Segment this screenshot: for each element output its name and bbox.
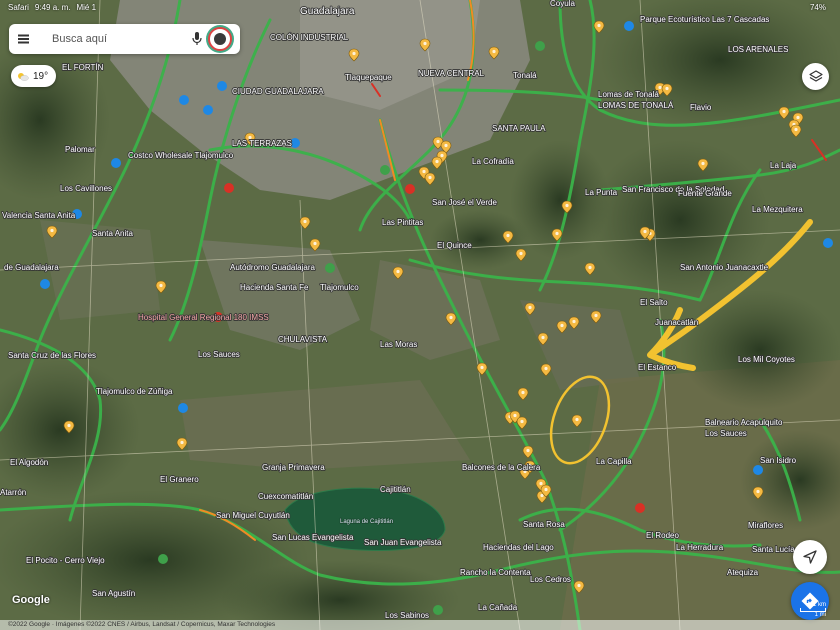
map-label-ciudad-gdl[interactable]: CIUDAD GUADALAJARA [231, 86, 325, 97]
map-label-santa-cruz[interactable]: Santa Cruz de las Flores [7, 350, 97, 361]
map-label-palomar[interactable]: Palomar [64, 144, 96, 155]
scale-mi: 1 mi [814, 612, 826, 618]
map-label-cuexcomatitlan[interactable]: Cuexcomatitlán [257, 491, 314, 502]
map-label-tlaquepaque[interactable]: Tlaquepaque [344, 72, 393, 83]
map-label-costco[interactable]: Costco Wholesale Tlajomulco [127, 150, 235, 161]
map-label-santa-rosa[interactable]: Santa Rosa [522, 519, 566, 530]
map-label-hospital[interactable]: Hospital General Regional 180 IMSS [137, 312, 270, 323]
search-bar[interactable]: Busca aquí [9, 24, 240, 54]
map-label-baicones[interactable]: Balcones de la Calera [461, 462, 542, 473]
map-attribution[interactable]: ©2022 Google · Imágenes ©2022 CNES / Air… [0, 620, 840, 630]
map-label-las-pintitas[interactable]: Las Pintitas [381, 217, 424, 228]
map-label-tarron[interactable]: Atarrón [0, 487, 27, 498]
hamburger-menu-icon[interactable] [9, 24, 37, 54]
map-label-tonala[interactable]: Tonalá [512, 70, 538, 81]
weather-chip[interactable]: 19° [11, 65, 57, 87]
map-label-valencia[interactable]: Valencia Santa Anita [1, 210, 77, 221]
map-label-san-antonio[interactable]: San Antonio Juanacaxtle [679, 262, 769, 273]
battery-label: 74% [809, 2, 826, 12]
map-label-santa-paula[interactable]: SANTA PAULA [491, 123, 547, 134]
microphone-icon[interactable] [186, 24, 208, 54]
map-label-la-canada[interactable]: La Cañada [477, 602, 518, 613]
carrier-label: Safari [8, 2, 29, 12]
map-label-la-herradura[interactable]: La Herradura [675, 542, 724, 553]
map-label-las-moras[interactable]: Las Moras [379, 339, 418, 350]
map-label-hacienda[interactable]: Hacienda Santa Fe [239, 282, 310, 293]
map-label-san-miguel[interactable]: San Miguel Cuyutlán [215, 510, 291, 521]
map-label-tr-guadalajara[interactable]: de Guadalajara [3, 262, 60, 273]
map-label-el-granero[interactable]: El Granero [159, 474, 200, 485]
map-label-la-punta[interactable]: La Punta [584, 187, 618, 198]
map-label-autodromo[interactable]: Autódromo Guadalajara [229, 262, 316, 273]
map-label-santa-anita[interactable]: Santa Anita [91, 228, 134, 239]
map-label-san-lucas[interactable]: San Lucas Evangelista [271, 532, 355, 543]
map-label-los-cedros[interactable]: Los Cedros [529, 574, 572, 585]
map-label-el-salto[interactable]: El Salto [639, 297, 669, 308]
map-label-santa-lucia[interactable]: Santa Lucía [751, 544, 796, 555]
map-label-cajititlan[interactable]: Cajititlán [379, 484, 411, 495]
google-logo: Google [12, 594, 50, 606]
map-label-la-laja[interactable]: La Laja [769, 160, 798, 171]
map-label-san-isidro[interactable]: San Isidro [759, 455, 797, 466]
map-label-fuente-grande[interactable]: Fuente Grande [677, 188, 733, 199]
map-label-san-juan[interactable]: San Juan Evangelista [363, 537, 443, 548]
map-label-los-arenales[interactable]: LOS ARENALES [727, 44, 789, 55]
scale-bar: 1 km 1 mi [800, 602, 826, 618]
map-label-tlajomulco-lbl[interactable]: Tlajomulco [319, 282, 360, 293]
map-label-el-fortin[interactable]: EL FORTÍN [61, 62, 104, 73]
my-location-button[interactable] [793, 540, 827, 574]
map-label-el-estanco[interactable]: El Estanco [637, 362, 678, 373]
map-label-colon[interactable]: COLÓN INDUSTRIAL [269, 32, 350, 43]
map-label-nueva-central[interactable]: NUEVA CENTRAL [417, 68, 485, 79]
map-label-rancho-contenta[interactable]: Rancho la Contenta [459, 567, 532, 578]
map-label-los-mil-coyotes[interactable]: Los Mil Coyotes [737, 354, 796, 365]
map-label-los-sauces[interactable]: Los Sauces [197, 349, 241, 360]
map-label-san-agustin[interactable]: San Agustín [91, 588, 136, 599]
map-label-el-pocito[interactable]: El Pocito - Cerro Viejo [25, 555, 106, 566]
status-bar: Safari 9:49 a. m. Mié 1 74% [0, 0, 840, 14]
map-label-san-jose[interactable]: San José el Verde [431, 197, 498, 208]
map-label-cofradia[interactable]: La Cofradía [471, 156, 515, 167]
map-label-cavillones[interactable]: Los Cavillones [59, 183, 113, 194]
map-label-flavio[interactable]: Flavio [689, 102, 713, 113]
avatar[interactable] [208, 27, 232, 51]
map-label-la-mezquitera[interactable]: La Mezquitera [751, 204, 804, 215]
time-label: 9:49 a. m. [34, 2, 71, 12]
map-label-haciendas-lago[interactable]: Haciendas del Lago [482, 542, 555, 553]
map-label-laguna[interactable]: Laguna de Cajititlán [339, 518, 394, 526]
map-label-los-sauces2[interactable]: Los Sauces [704, 428, 748, 439]
layers-button[interactable] [802, 63, 829, 90]
map-label-miraflores[interactable]: Miraflores [747, 520, 784, 531]
partly-sunny-icon [18, 72, 29, 81]
map-label-tonaltecas[interactable]: LOMAS DE TONALÁ [597, 100, 675, 111]
map-label-la-capilla[interactable]: La Capilla [595, 456, 633, 467]
map-label-terrazas[interactable]: LAS TERRAZAS [231, 138, 293, 149]
map-label-el-algodon[interactable]: El Algodón [9, 457, 49, 468]
map-label-chulavista[interactable]: CHULAVISTA [277, 334, 329, 345]
map-label-parque-ecoturistico[interactable]: Parque Ecoturístico Las 7 Cascadas [639, 14, 770, 25]
scale-km: 1 km [812, 602, 826, 608]
map-label-balneario[interactable]: Balneario Acapulquito [704, 417, 784, 428]
navigation-arrow-icon [803, 550, 817, 564]
map-label-los-sabinos[interactable]: Los Sabinos [384, 610, 430, 621]
map-label-el-quince[interactable]: El Quince [436, 240, 473, 251]
satellite-map[interactable]: GuadalajaraCOLÓN INDUSTRIALCIUDAD GUADAL… [0, 0, 840, 630]
date-label: Mié 1 [76, 2, 97, 12]
map-label-juanacatlan[interactable]: Juanacatlán [654, 317, 699, 328]
map-label-tlajomulco-zuniga[interactable]: Tlajomulco de Zúñiga [95, 386, 174, 397]
map-label-el-rodeo[interactable]: El Rodeo [645, 530, 680, 541]
layers-icon [808, 69, 823, 82]
map-label-granja-primavera[interactable]: Granja Primavera [261, 462, 326, 473]
map-label-lomas-tonala[interactable]: Lomas de Tonalá [597, 89, 660, 100]
search-input[interactable]: Busca aquí [37, 33, 186, 45]
map-label-atequiza[interactable]: Atequiza [726, 567, 759, 578]
weather-temp: 19° [33, 70, 49, 82]
